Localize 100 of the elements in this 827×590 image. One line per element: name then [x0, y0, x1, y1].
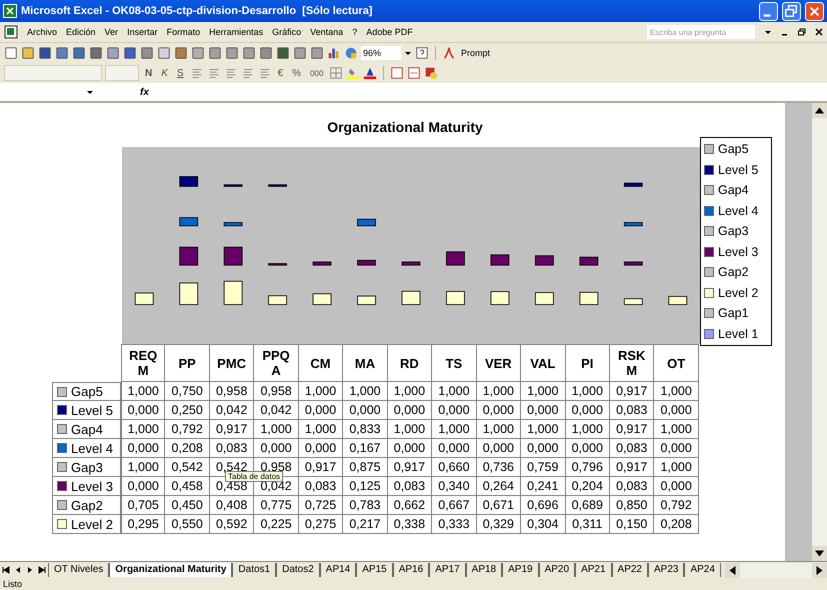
sheet-tab[interactable]: AP23 [648, 563, 684, 577]
table-cell: 0,338 [388, 515, 432, 534]
thousands-button[interactable]: 000 [307, 68, 326, 78]
table-cell: 0,150 [610, 515, 654, 534]
last-sheet-icon[interactable] [37, 565, 47, 575]
menu-item[interactable]: Adobe PDF [366, 27, 413, 37]
drawing-icon[interactable] [344, 46, 358, 60]
sheet-tab[interactable]: Datos2 [276, 563, 320, 577]
menu-item[interactable]: Formato [166, 27, 200, 37]
sheet-tab[interactable]: AP16 [392, 563, 430, 577]
first-sheet-icon[interactable] [1, 565, 11, 575]
table-cell: 0,917 [610, 420, 654, 439]
workbook-icon[interactable] [4, 25, 18, 39]
scroll-right-icon[interactable] [812, 562, 827, 578]
scroll-left-icon[interactable] [724, 562, 740, 578]
bar [312, 293, 332, 305]
bar [179, 246, 198, 266]
help-search-field[interactable]: Escriba una pregunta [647, 25, 755, 39]
menu-item[interactable]: Ventana [310, 27, 344, 37]
minimize-button[interactable] [759, 2, 778, 20]
pdf-document-icon[interactable] [390, 66, 404, 80]
function-label[interactable]: fx [140, 86, 149, 98]
sheet-tab[interactable]: AP20 [538, 563, 576, 577]
bold-button[interactable]: N [142, 68, 156, 78]
menu-item[interactable]: Ver [104, 27, 118, 37]
table-cell: 0,917 [610, 458, 654, 477]
pdf-icon[interactable] [442, 46, 456, 60]
bar [224, 184, 243, 187]
legend-label: Gap3 [718, 224, 749, 238]
help-icon[interactable] [415, 46, 429, 60]
dropdown-arrow-icon[interactable] [764, 28, 772, 36]
table-cell: 0,208 [654, 515, 699, 534]
table-cell: 0,275 [298, 515, 344, 534]
table-cell: 0,000 [566, 439, 610, 458]
table-cell: 0,000 [121, 401, 166, 420]
prompt-button[interactable]: Prompt [459, 45, 492, 61]
table-cell: 0,000 [298, 439, 344, 458]
underline-button[interactable]: S [174, 68, 187, 78]
menu-item[interactable]: Archivo [27, 27, 58, 37]
table-cell: 0,917 [210, 420, 254, 439]
table-cell: 0,450 [165, 496, 210, 515]
dropdown-arrow-icon[interactable] [404, 49, 412, 57]
menu-item[interactable]: ? [352, 27, 358, 37]
scroll-up-icon[interactable] [812, 103, 827, 118]
menu-item[interactable]: Herramientas [209, 27, 264, 37]
menu-item[interactable]: Gráfico [272, 27, 302, 37]
table-cell: 0,671 [476, 496, 522, 515]
italic-button[interactable]: K [158, 68, 171, 78]
align-center-icon[interactable] [206, 66, 221, 80]
pdf-document-icon[interactable] [407, 66, 422, 80]
sheet-tab[interactable]: AP17 [429, 563, 466, 577]
menu-item[interactable]: Insertar [127, 27, 158, 37]
sheet-tab[interactable]: Organizational Maturity [109, 563, 232, 577]
table-cell: 0,875 [343, 458, 388, 477]
sheet-tab[interactable]: AP22 [612, 563, 648, 577]
vertical-scrollbar[interactable] [812, 103, 827, 561]
sheet-tab[interactable]: Datos1 [232, 563, 276, 577]
horizontal-scrollbar[interactable] [724, 562, 827, 578]
align-left-icon[interactable] [190, 66, 204, 80]
restore-icon[interactable] [798, 28, 806, 36]
column-header: CM [298, 344, 344, 382]
font-color-icon[interactable] [363, 66, 378, 80]
close-icon[interactable] [815, 28, 823, 36]
euro-button[interactable]: € [274, 68, 286, 78]
bar [268, 295, 288, 305]
bar-chart-icon[interactable] [327, 46, 341, 60]
table-cell: 0,083 [298, 477, 344, 496]
bar [179, 176, 198, 187]
table-cell: 0,083 [610, 477, 654, 496]
font-size-field[interactable] [105, 65, 139, 81]
column-header: PP [165, 344, 210, 382]
sheet-tab[interactable]: AP15 [356, 563, 393, 577]
percent-button[interactable]: % [289, 68, 304, 78]
sheet-tab[interactable]: AP24 [684, 563, 721, 577]
borders-icon[interactable] [329, 66, 344, 80]
menu-item[interactable]: Edición [66, 27, 96, 37]
table-cell: 1,000 [388, 382, 432, 401]
font-name-field[interactable] [4, 65, 102, 81]
close-button[interactable] [805, 2, 824, 20]
fill-color-icon[interactable] [346, 66, 360, 80]
sheet-tab[interactable]: AP21 [575, 563, 612, 577]
legend-label: Gap4 [718, 183, 749, 198]
table-cell: 0,000 [388, 439, 432, 458]
table-cell: 0,042 [254, 401, 299, 420]
table-cell: 0,592 [210, 515, 254, 534]
bar [312, 262, 332, 266]
zoom-field[interactable]: 96% [361, 46, 401, 60]
table-cell: 0,408 [210, 496, 254, 515]
table-cell: 0,917 [298, 458, 344, 477]
restore-button[interactable] [782, 2, 801, 20]
sheet-tab[interactable]: AP18 [466, 563, 502, 577]
align-right-icon[interactable] [224, 66, 238, 80]
bar [534, 292, 554, 305]
bar [446, 251, 465, 266]
sheet-tab[interactable]: AP14 [320, 563, 356, 577]
row-label: Gap4 [71, 422, 103, 436]
sheet-tab[interactable]: AP19 [502, 563, 539, 577]
scroll-down-icon[interactable] [812, 546, 827, 561]
column-header: RSKM [610, 344, 654, 382]
row-label: Level 3 [71, 478, 113, 494]
